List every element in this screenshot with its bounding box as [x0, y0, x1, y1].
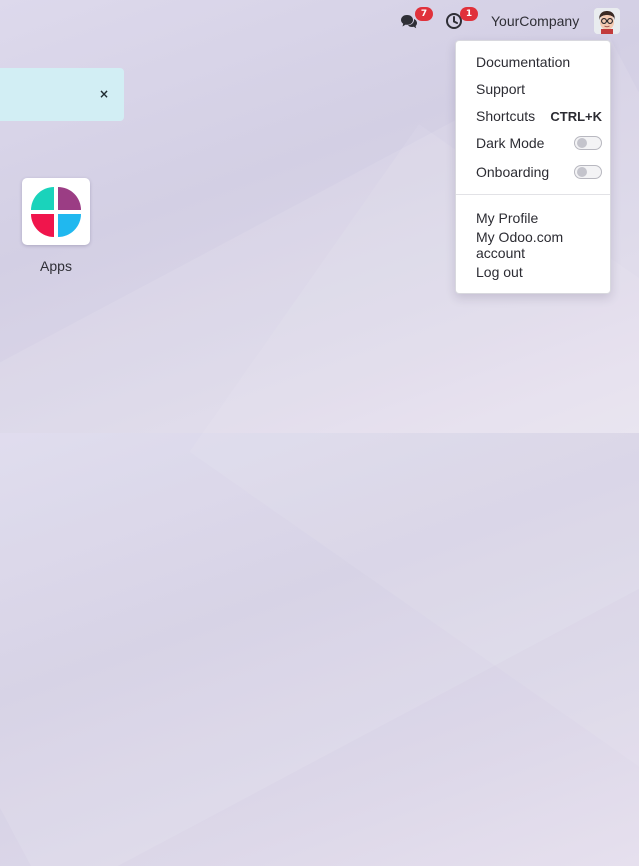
menu-item-support[interactable]: Support	[476, 78, 602, 100]
user-menu-dropdown: Documentation Support Shortcuts CTRL+K D…	[455, 40, 611, 294]
messages-button[interactable]: 7	[400, 7, 433, 34]
menu-item-label: Onboarding	[476, 164, 550, 180]
menu-item-onboarding[interactable]: Onboarding	[476, 161, 602, 183]
shortcut-key-hint: CTRL+K	[550, 108, 602, 124]
menu-item-odoo-account[interactable]: My Odoo.com account	[476, 229, 602, 261]
menu-item-label: My Odoo.com account	[476, 229, 564, 261]
app-label: Apps	[40, 258, 72, 274]
menu-item-label: Dark Mode	[476, 135, 545, 151]
notification-banner: ×	[0, 68, 124, 121]
menu-item-label: Log out	[476, 264, 523, 280]
menu-item-label: Support	[476, 81, 526, 97]
user-avatar[interactable]	[594, 8, 620, 34]
menu-item-shortcuts[interactable]: Shortcuts CTRL+K	[476, 105, 602, 127]
company-switcher[interactable]: YourCompany	[491, 13, 579, 29]
close-icon[interactable]: ×	[99, 88, 109, 100]
toggle-knob	[577, 167, 587, 177]
menu-item-my-profile[interactable]: My Profile	[476, 207, 602, 229]
menu-item-label: My Profile	[476, 210, 539, 226]
user-avatar-icon	[594, 8, 620, 34]
menu-item-documentation[interactable]: Documentation	[476, 51, 602, 73]
toggle-knob	[577, 138, 587, 148]
dark-mode-toggle[interactable]	[574, 136, 602, 150]
messages-count-badge: 7	[415, 7, 433, 21]
activities-button[interactable]: 1	[445, 7, 478, 34]
menu-divider	[456, 194, 610, 195]
top-navbar: 7 1 YourCompany	[0, 0, 639, 42]
activities-count-badge: 1	[460, 7, 478, 21]
apps-icon	[31, 186, 81, 237]
menu-item-label: Shortcuts	[476, 108, 536, 124]
menu-item-log-out[interactable]: Log out	[476, 261, 602, 283]
menu-item-dark-mode[interactable]: Dark Mode	[476, 132, 602, 154]
app-tile-apps[interactable]	[22, 178, 90, 245]
onboarding-toggle[interactable]	[574, 165, 602, 179]
menu-item-label: Documentation	[476, 54, 571, 70]
